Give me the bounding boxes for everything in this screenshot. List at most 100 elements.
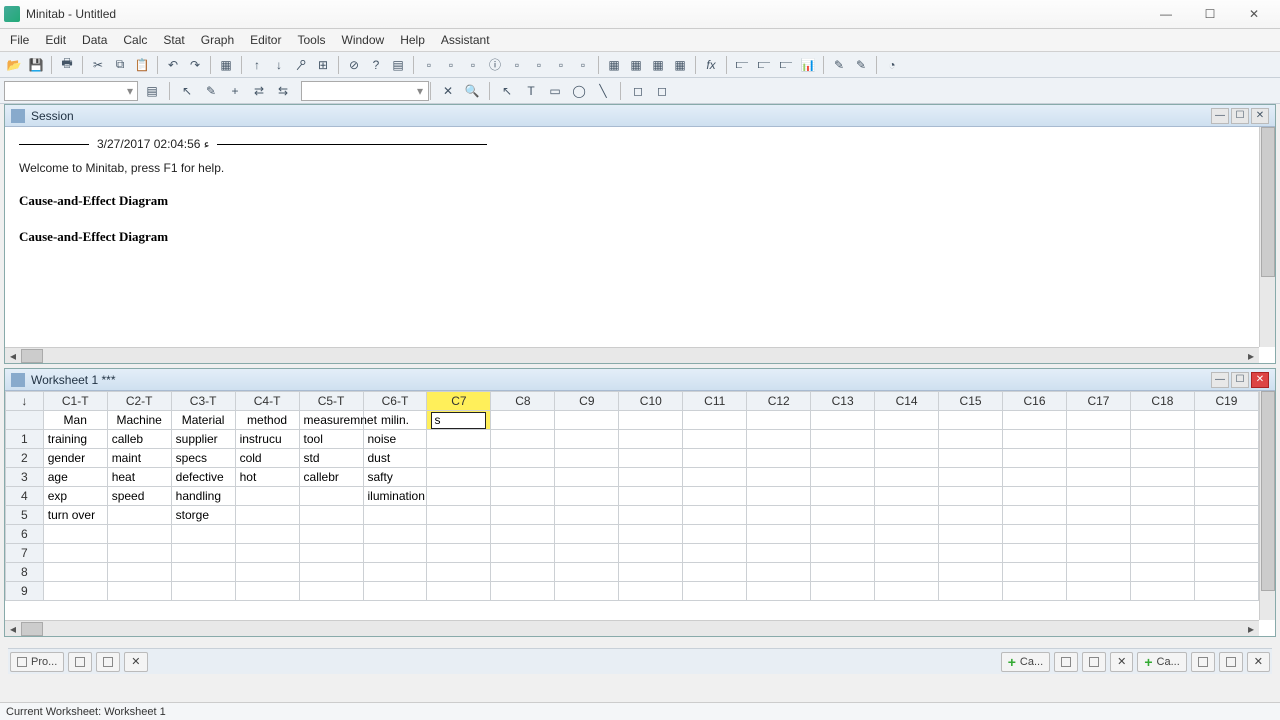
worksheet-vscroll[interactable] bbox=[1259, 391, 1275, 620]
data-cell[interactable] bbox=[1194, 487, 1258, 506]
worksheet-hscroll[interactable]: ◂▸ bbox=[5, 620, 1259, 636]
data-cell[interactable] bbox=[747, 468, 811, 487]
highlight-icon[interactable]: ◔ bbox=[882, 55, 902, 75]
col-name-cell[interactable]: Machine bbox=[107, 411, 171, 430]
data-cell[interactable] bbox=[683, 430, 747, 449]
col-name-cell[interactable] bbox=[619, 411, 683, 430]
session-hscroll[interactable]: ◂▸ bbox=[5, 347, 1259, 363]
data-cell[interactable]: age bbox=[43, 468, 107, 487]
data-cell[interactable] bbox=[555, 544, 619, 563]
data-cell[interactable] bbox=[1130, 544, 1194, 563]
info-icon[interactable]: ⓘ bbox=[485, 55, 505, 75]
data-cell[interactable] bbox=[107, 544, 171, 563]
minimize-button[interactable]: — bbox=[1144, 3, 1188, 25]
data-cell[interactable] bbox=[811, 449, 875, 468]
col-header[interactable]: C9 bbox=[555, 392, 619, 411]
data-cell[interactable] bbox=[1130, 506, 1194, 525]
col-header[interactable]: C12 bbox=[747, 392, 811, 411]
data-cell[interactable] bbox=[747, 544, 811, 563]
data-cell[interactable] bbox=[1066, 430, 1130, 449]
tab-restore-b[interactable] bbox=[96, 652, 120, 672]
tab-ca1-close[interactable]: ✕ bbox=[1110, 652, 1133, 672]
paste-icon[interactable]: 📋 bbox=[132, 55, 152, 75]
data-cell[interactable]: callebr bbox=[299, 468, 363, 487]
worksheet-max-button[interactable]: ☐ bbox=[1231, 372, 1249, 388]
col-header[interactable]: C16 bbox=[1003, 392, 1067, 411]
copy-icon[interactable]: ⧉ bbox=[110, 55, 130, 75]
data-cell[interactable] bbox=[811, 582, 875, 601]
redo-icon[interactable]: ↷ bbox=[185, 55, 205, 75]
data-cell[interactable] bbox=[619, 468, 683, 487]
data-cell[interactable] bbox=[939, 449, 1003, 468]
data-cell[interactable]: noise bbox=[363, 430, 427, 449]
data-cell[interactable] bbox=[747, 506, 811, 525]
brush-b-icon[interactable]: ✎ bbox=[851, 55, 871, 75]
col-header[interactable]: C11 bbox=[683, 392, 747, 411]
tool-e-icon[interactable]: ▫ bbox=[529, 55, 549, 75]
open-icon[interactable]: 📂 bbox=[4, 55, 24, 75]
data-cell[interactable] bbox=[1194, 506, 1258, 525]
tab-restore-a[interactable] bbox=[68, 652, 92, 672]
data-cell[interactable]: maint bbox=[107, 449, 171, 468]
data-cell[interactable]: hot bbox=[235, 468, 299, 487]
data-cell[interactable] bbox=[747, 563, 811, 582]
zoom-icon[interactable]: 🔍 bbox=[462, 81, 482, 101]
menu-stat[interactable]: Stat bbox=[155, 31, 192, 49]
data-cell[interactable] bbox=[1003, 582, 1067, 601]
data-cell[interactable] bbox=[875, 525, 939, 544]
data-cell[interactable] bbox=[683, 544, 747, 563]
data-cell[interactable] bbox=[491, 582, 555, 601]
session-vscroll[interactable] bbox=[1259, 127, 1275, 347]
data-cell[interactable] bbox=[619, 430, 683, 449]
edit-icon[interactable]: ✎ bbox=[201, 81, 221, 101]
col-name-cell[interactable] bbox=[747, 411, 811, 430]
data-cell[interactable] bbox=[747, 449, 811, 468]
formula-box[interactable] bbox=[301, 81, 429, 101]
worksheet-close-button[interactable]: ✕ bbox=[1251, 372, 1269, 388]
data-cell[interactable] bbox=[683, 582, 747, 601]
data-cell[interactable] bbox=[1194, 468, 1258, 487]
down-arrow-icon[interactable]: ↓ bbox=[269, 55, 289, 75]
data-cell[interactable] bbox=[939, 544, 1003, 563]
data-cell[interactable] bbox=[43, 582, 107, 601]
data-cell[interactable] bbox=[107, 563, 171, 582]
chart-a-icon[interactable]: ⫍ bbox=[732, 55, 752, 75]
row-header[interactable]: 8 bbox=[6, 563, 44, 582]
tab-new-ca2[interactable]: +Ca... bbox=[1137, 652, 1186, 672]
data-cell[interactable] bbox=[747, 582, 811, 601]
data-cell[interactable] bbox=[555, 563, 619, 582]
data-cell[interactable] bbox=[299, 525, 363, 544]
data-cell[interactable] bbox=[939, 582, 1003, 601]
undo-icon[interactable]: ↶ bbox=[163, 55, 183, 75]
data-cell[interactable] bbox=[491, 525, 555, 544]
data-cell[interactable]: ilumination bbox=[363, 487, 427, 506]
data-cell[interactable] bbox=[811, 430, 875, 449]
cut-icon[interactable]: ✂ bbox=[88, 55, 108, 75]
data-cell[interactable] bbox=[1130, 487, 1194, 506]
data-cell[interactable] bbox=[619, 544, 683, 563]
data-cell[interactable] bbox=[1194, 430, 1258, 449]
select-icon[interactable]: ↖ bbox=[497, 81, 517, 101]
col-header[interactable]: C18 bbox=[1130, 392, 1194, 411]
data-cell[interactable] bbox=[619, 449, 683, 468]
data-cell[interactable] bbox=[427, 506, 491, 525]
data-cell[interactable] bbox=[683, 525, 747, 544]
col-name-cell[interactable] bbox=[683, 411, 747, 430]
col-header[interactable]: C6-T bbox=[363, 392, 427, 411]
menu-file[interactable]: File bbox=[2, 31, 37, 49]
data-cell[interactable] bbox=[1003, 430, 1067, 449]
data-cell[interactable] bbox=[619, 582, 683, 601]
data-cell[interactable] bbox=[491, 449, 555, 468]
help-icon[interactable]: ? bbox=[366, 55, 386, 75]
chart-c-icon[interactable]: ⫍ bbox=[776, 55, 796, 75]
data-cell[interactable]: tool bbox=[299, 430, 363, 449]
data-cell[interactable] bbox=[107, 582, 171, 601]
tool-g-icon[interactable]: ▫ bbox=[573, 55, 593, 75]
data-cell[interactable] bbox=[811, 506, 875, 525]
data-cell[interactable] bbox=[427, 582, 491, 601]
next-icon[interactable]: ⊞ bbox=[313, 55, 333, 75]
data-cell[interactable] bbox=[363, 525, 427, 544]
col-header[interactable]: C4-T bbox=[235, 392, 299, 411]
data-cell[interactable] bbox=[43, 563, 107, 582]
col-header[interactable]: C17 bbox=[1066, 392, 1130, 411]
